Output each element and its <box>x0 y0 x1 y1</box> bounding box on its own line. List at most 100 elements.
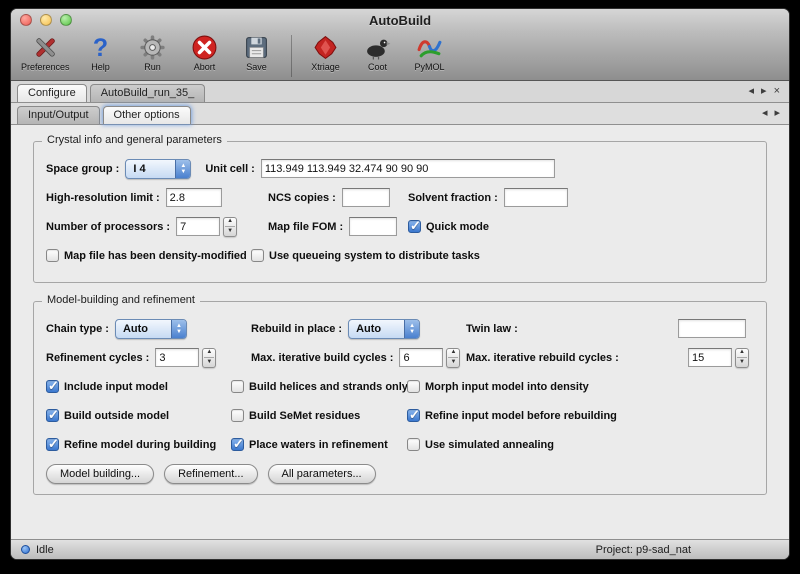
status-indicator-icon <box>21 545 30 554</box>
combo-arrows-icon <box>171 320 186 338</box>
solvent-fraction-input[interactable] <box>504 188 568 207</box>
chain-type-select[interactable]: Auto <box>115 319 187 339</box>
tab-configure[interactable]: Configure <box>17 84 87 102</box>
toolbar-item-label: Abort <box>194 62 216 72</box>
toolbar-separator <box>291 35 292 77</box>
quick-mode-checkbox[interactable]: Quick mode <box>408 220 489 233</box>
tab-autobuild-run[interactable]: AutoBuild_run_35_ <box>90 84 206 102</box>
twin-law-label: Twin law : <box>466 323 518 335</box>
combo-arrows-icon <box>404 320 419 338</box>
max-build-cycles-stepper[interactable] <box>446 348 460 368</box>
refinement-cycles-input[interactable] <box>155 348 199 367</box>
density-modified-label: Map file has been density-modified <box>64 250 247 262</box>
checkbox-build-helices-strands[interactable]: Build helices and strands only <box>231 380 407 393</box>
run-button[interactable]: Run <box>128 33 178 73</box>
refinement-cycles-stepper[interactable] <box>202 348 216 368</box>
checkbox-label: Build helices and strands only <box>249 381 408 393</box>
toolbar-item-label: Xtriage <box>311 62 340 72</box>
toolbar-item-label: PyMOL <box>415 62 445 72</box>
form-row: Number of processors : Map file FOM : Qu… <box>46 216 754 237</box>
subtab-scroll-right-icon[interactable]: ▸ <box>774 107 780 120</box>
all-parameters-button[interactable]: All parameters... <box>268 464 376 484</box>
subtab-scroll-left-icon[interactable]: ◂ <box>762 107 768 120</box>
density-modified-checkbox-box[interactable] <box>46 249 59 262</box>
ncs-copies-input[interactable] <box>342 188 390 207</box>
chain-type-value: Auto <box>116 320 171 338</box>
rebuild-in-place-select[interactable]: Auto <box>348 319 420 339</box>
checkbox-box[interactable] <box>407 409 420 422</box>
max-rebuild-cycles-stepper[interactable] <box>735 348 749 368</box>
checkbox-label: Use simulated annealing <box>425 439 554 451</box>
checkbox-morph-input-model[interactable]: Morph input model into density <box>407 380 589 393</box>
quick-mode-checkbox-box[interactable] <box>408 220 421 233</box>
abort-button[interactable]: Abort <box>180 33 230 73</box>
xtriage-button[interactable]: Xtriage <box>301 33 351 73</box>
zoom-button[interactable] <box>60 14 72 26</box>
model-building-button[interactable]: Model building... <box>46 464 154 484</box>
checkbox-refine-before-rebuilding[interactable]: Refine input model before rebuilding <box>407 409 617 422</box>
tab-input-output[interactable]: Input/Output <box>17 106 100 124</box>
tab-other-options[interactable]: Other options <box>103 106 191 124</box>
checkbox-place-waters[interactable]: Place waters in refinement <box>231 438 407 451</box>
twin-law-input[interactable] <box>678 319 746 338</box>
checkbox-simulated-annealing[interactable]: Use simulated annealing <box>407 438 554 451</box>
minimize-button[interactable] <box>40 14 52 26</box>
status-text: Idle <box>36 544 54 556</box>
autobuild-window: AutoBuild Preferences ? Help <box>10 8 790 560</box>
checkbox-box[interactable] <box>46 409 59 422</box>
rebuild-in-place-label: Rebuild in place : <box>251 323 342 335</box>
tab-close-icon[interactable]: × <box>774 85 780 98</box>
checkbox-include-input-model[interactable]: Include input model <box>46 380 231 393</box>
checkbox-build-outside-model[interactable]: Build outside model <box>46 409 231 422</box>
checkbox-box[interactable] <box>407 380 420 393</box>
close-button[interactable] <box>20 14 32 26</box>
checkbox-box[interactable] <box>46 438 59 451</box>
pymol-button[interactable]: PyMOL <box>405 33 455 73</box>
run-gear-icon <box>139 34 166 61</box>
quick-mode-label: Quick mode <box>426 221 489 233</box>
checkbox-box[interactable] <box>231 380 244 393</box>
space-group-label: Space group : <box>46 163 119 175</box>
checkbox-box[interactable] <box>231 438 244 451</box>
checkbox-box[interactable] <box>46 380 59 393</box>
processors-input[interactable] <box>176 217 220 236</box>
queueing-checkbox-box[interactable] <box>251 249 264 262</box>
coot-button[interactable]: Coot <box>353 33 403 73</box>
checkbox-build-semet[interactable]: Build SeMet residues <box>231 409 407 422</box>
refinement-button[interactable]: Refinement... <box>164 464 257 484</box>
form-row: Chain type : Auto Rebuild in place : Aut… <box>46 318 754 339</box>
help-button[interactable]: ? Help <box>76 33 126 73</box>
svg-text:?: ? <box>93 34 108 61</box>
rebuild-in-place-value: Auto <box>349 320 404 338</box>
space-group-value: I 4 <box>126 160 175 178</box>
unit-cell-input[interactable] <box>261 159 555 178</box>
processors-stepper[interactable] <box>223 217 237 237</box>
density-modified-checkbox[interactable]: Map file has been density-modified <box>46 249 251 262</box>
map-fom-input[interactable] <box>349 217 397 236</box>
abort-icon <box>191 34 218 61</box>
traffic-lights <box>20 14 72 26</box>
max-rebuild-cycles-input[interactable] <box>688 348 732 367</box>
space-group-select[interactable]: I 4 <box>125 159 191 179</box>
save-icon <box>243 34 270 61</box>
checkbox-box[interactable] <box>407 438 420 451</box>
project-label: Project: p9-sad_nat <box>596 544 691 556</box>
form-row: Include input model Build helices and st… <box>46 376 754 397</box>
tab-scroll-left-icon[interactable]: ◂ <box>749 85 755 98</box>
tab-scroll-right-icon[interactable]: ▸ <box>761 85 767 98</box>
crystal-info-group: Crystal info and general parameters Spac… <box>33 141 767 283</box>
checkbox-label: Morph input model into density <box>425 381 589 393</box>
titlebar[interactable]: AutoBuild <box>11 9 789 31</box>
save-button[interactable]: Save <box>232 33 282 73</box>
max-build-cycles-input[interactable] <box>399 348 443 367</box>
checkbox-refine-during-building[interactable]: Refine model during building <box>46 438 231 451</box>
sub-tabstrip: Input/Output Other options ◂ ▸ <box>11 103 789 125</box>
high-resolution-limit-input[interactable] <box>166 188 222 207</box>
queueing-checkbox[interactable]: Use queueing system to distribute tasks <box>251 249 480 262</box>
preferences-button[interactable]: Preferences <box>17 33 74 73</box>
max-rebuild-cycles-label: Max. iterative rebuild cycles : <box>466 352 619 364</box>
processors-label: Number of processors : <box>46 221 170 233</box>
checkbox-box[interactable] <box>231 409 244 422</box>
high-resolution-limit-label: High-resolution limit : <box>46 192 160 204</box>
checkbox-label: Place waters in refinement <box>249 439 388 451</box>
